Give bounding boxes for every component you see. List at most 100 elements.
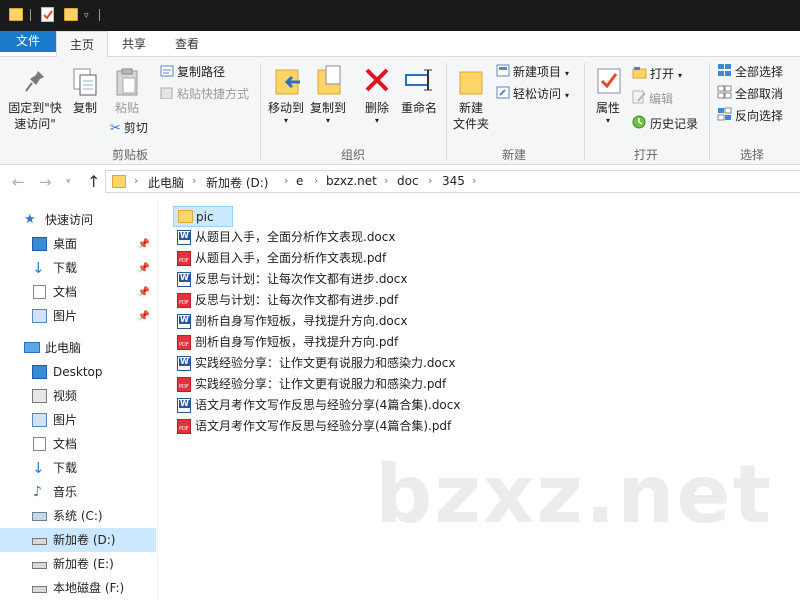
- copy-path-button[interactable]: 复制路径: [160, 62, 225, 82]
- tab-share[interactable]: 共享: [108, 31, 160, 57]
- word-document-icon: [177, 356, 191, 371]
- chevron-down-icon: ▾: [283, 116, 288, 125]
- nav-pc-item[interactable]: 系统 (C:): [0, 504, 156, 528]
- nav-quick-item[interactable]: 桌面 📌: [0, 232, 156, 256]
- customize-quick-access-icon[interactable]: ▿: [84, 11, 89, 21]
- chevron-down-icon: ▾: [678, 71, 683, 80]
- nav-item-label: 视频: [53, 389, 78, 403]
- back-arrow-icon[interactable]: ←: [12, 173, 25, 191]
- file-name: pic: [196, 210, 214, 224]
- invert-selection-icon: [717, 107, 732, 127]
- address-bar[interactable]: › 此电脑 › 新加卷 (D:) › e › bzxz.net › doc › …: [105, 170, 800, 193]
- breadcrumb-item[interactable]: bzxz.net: [326, 174, 377, 188]
- nav-quick-item[interactable]: 图片 📌: [0, 304, 156, 328]
- forward-arrow-icon[interactable]: →: [39, 173, 52, 191]
- delete-button[interactable]: 删除 ▾: [359, 100, 395, 126]
- folder-icon: [9, 8, 23, 21]
- file-name: 从题目入手，全面分析作文表现.docx: [195, 230, 396, 244]
- copy-button[interactable]: 复制: [70, 100, 100, 116]
- nav-pc-item[interactable]: Desktop: [0, 360, 156, 384]
- group-divider: [446, 63, 447, 161]
- nav-this-pc[interactable]: 此电脑: [0, 336, 156, 360]
- nav-pc-item[interactable]: 新加卷 (D:): [0, 528, 156, 552]
- title-bar: ▿: [0, 0, 800, 31]
- breadcrumb-item[interactable]: e: [296, 174, 303, 188]
- breadcrumb-item[interactable]: 新加卷 (D:): [206, 174, 268, 191]
- select-none-button[interactable]: 全部取消: [717, 84, 783, 104]
- breadcrumb-item[interactable]: 345: [442, 174, 465, 188]
- properties-button[interactable]: 属性 ▾: [590, 100, 626, 126]
- pin-icon[interactable]: 📌: [138, 257, 150, 281]
- rename-button[interactable]: 重命名: [398, 100, 440, 116]
- nav-item-label: 本地磁盘 (F:): [53, 581, 125, 595]
- nav-this-pc-label: 此电脑: [45, 341, 82, 355]
- nav-quick-item[interactable]: 文档 📌: [0, 280, 156, 304]
- star-icon: ★: [24, 212, 36, 227]
- invert-selection-label: 反向选择: [735, 109, 784, 123]
- nav-item-label: 新加卷 (E:): [53, 557, 114, 571]
- nav-pc-item[interactable]: ↓ 下载: [0, 456, 156, 480]
- nav-quick-access[interactable]: ★ 快速访问: [0, 208, 156, 232]
- breadcrumb-item[interactable]: doc: [397, 174, 419, 188]
- edit-button[interactable]: 编辑: [632, 89, 673, 109]
- pin-icon[interactable]: 📌: [138, 233, 150, 257]
- new-folder-button[interactable]: 新建 文件夹: [450, 100, 492, 132]
- tab-home[interactable]: 主页: [56, 31, 108, 58]
- chevron-right-icon[interactable]: ›: [472, 174, 476, 187]
- chevron-down-icon: ▾: [605, 116, 610, 125]
- paste-button[interactable]: 粘贴: [112, 100, 142, 116]
- invert-selection-button[interactable]: 反向选择: [717, 106, 783, 126]
- drive-icon: [32, 562, 47, 569]
- new-folder-quick-icon[interactable]: [64, 8, 78, 21]
- nav-pc-item[interactable]: 本地磁盘 (F:): [0, 576, 156, 600]
- chevron-right-icon[interactable]: ›: [314, 174, 318, 187]
- pin-quick-access-button[interactable]: 固定到"快 速访问": [3, 100, 67, 132]
- nav-pc-item[interactable]: 文档: [0, 432, 156, 456]
- paste-shortcut-button[interactable]: 粘贴快捷方式: [160, 84, 249, 104]
- edit-icon: [632, 90, 646, 110]
- tab-file[interactable]: 文件: [0, 31, 56, 52]
- word-document-icon: [177, 398, 191, 413]
- history-label: 历史记录: [650, 117, 699, 131]
- open-button[interactable]: 打开 ▾: [632, 64, 682, 84]
- chevron-right-icon[interactable]: ›: [284, 174, 288, 187]
- nav-pc-item[interactable]: 图片: [0, 408, 156, 432]
- nav-item-label: 下载: [53, 261, 78, 275]
- easy-access-icon: [496, 85, 510, 105]
- cut-button[interactable]: ✂ 剪切: [110, 118, 148, 138]
- properties-quick-icon[interactable]: [41, 7, 54, 22]
- list-item[interactable]: pic: [173, 206, 233, 227]
- pin-icon[interactable]: 📌: [138, 281, 150, 305]
- cut-label: 剪切: [123, 121, 148, 135]
- ribbon: 固定到"快 速访问" 复制 粘贴 复制路径 粘贴快捷方式 ✂ 剪切 剪贴板 移动到…: [0, 57, 800, 165]
- pin-icon[interactable]: 📌: [138, 305, 150, 329]
- file-name: 剖析自身写作短板，寻找提升方向.docx: [195, 314, 408, 328]
- breadcrumb-item[interactable]: 此电脑: [148, 174, 184, 191]
- history-button[interactable]: 历史记录: [632, 114, 698, 134]
- chevron-right-icon[interactable]: ›: [192, 174, 196, 187]
- group-divider: [260, 63, 261, 161]
- nav-quick-item[interactable]: ↓ 下载 📌: [0, 256, 156, 280]
- file-name: 语文月考作文写作反思与经验分享(4篇合集).pdf: [195, 419, 452, 433]
- ribbon-tabs: 文件 主页 共享 查看: [0, 31, 800, 58]
- recent-locations-icon[interactable]: ▾: [66, 177, 71, 187]
- move-to-button[interactable]: 移动到 ▾: [264, 100, 308, 126]
- desktop-icon: [32, 237, 47, 251]
- nav-pc-item[interactable]: 视频: [0, 384, 156, 408]
- chevron-right-icon[interactable]: ›: [428, 174, 432, 187]
- tab-view[interactable]: 查看: [160, 31, 214, 57]
- folder-icon: [178, 210, 193, 223]
- edit-label: 编辑: [649, 92, 674, 106]
- chevron-right-icon[interactable]: ›: [134, 174, 138, 187]
- copy-to-button[interactable]: 复制到 ▾: [306, 100, 350, 126]
- new-item-button[interactable]: 新建项目 ▾: [496, 62, 569, 82]
- chevron-right-icon[interactable]: ›: [384, 174, 388, 187]
- select-all-button[interactable]: 全部选择: [717, 62, 783, 82]
- nav-pc-item[interactable]: ♪ 音乐: [0, 480, 156, 504]
- pin-label-line2: 速访问": [14, 117, 56, 131]
- chevron-down-icon: ▾: [565, 69, 570, 78]
- copy-path-icon: [160, 63, 174, 83]
- up-arrow-icon[interactable]: ↑: [87, 172, 100, 191]
- easy-access-button[interactable]: 轻松访问 ▾: [496, 84, 569, 104]
- nav-pc-item[interactable]: 新加卷 (E:): [0, 552, 156, 576]
